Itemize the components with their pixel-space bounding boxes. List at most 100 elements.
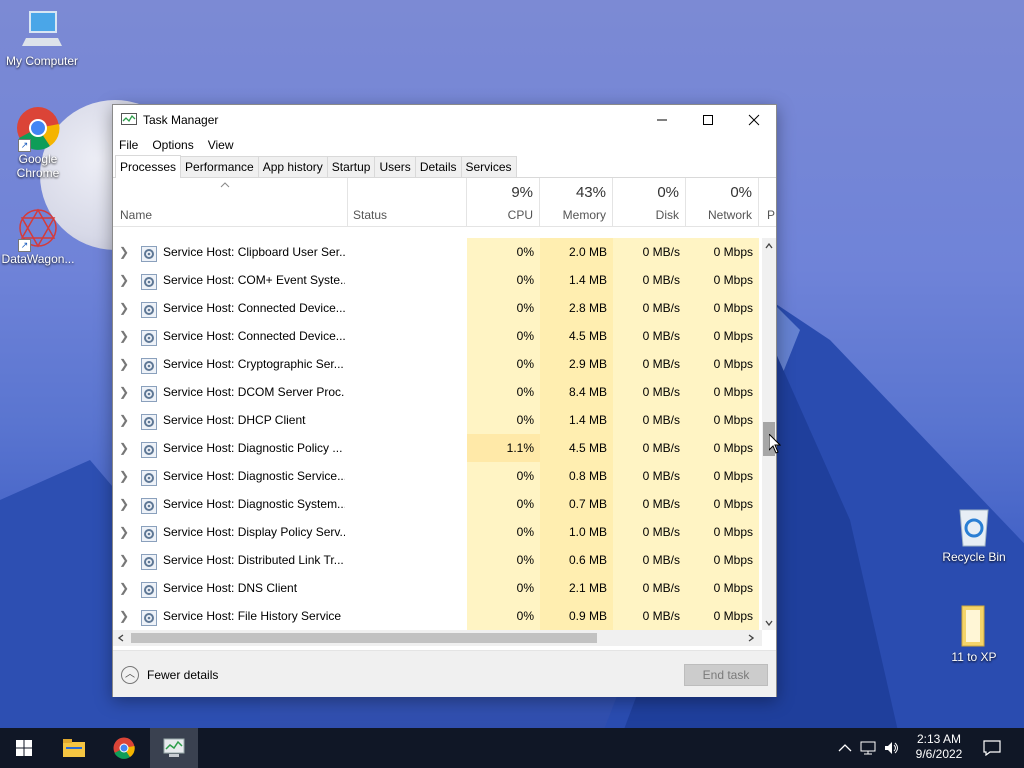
table-row[interactable]: ❯ Service Host: Diagnostic System... 0% 0.7…	[113, 490, 762, 518]
scroll-left-icon[interactable]	[118, 634, 124, 642]
horizontal-scroll-thumb[interactable]	[131, 633, 597, 643]
desktop-icon-datawagon[interactable]: ↗ DataWagon...	[0, 206, 80, 266]
expand-chevron-icon[interactable]: ❯	[119, 294, 131, 322]
table-row[interactable]: ❯ Service Host: Display Policy Serv... 0% 1…	[113, 518, 762, 546]
expand-chevron-icon[interactable]: ❯	[119, 350, 131, 378]
table-row[interactable]: ❯ Service Host: Connected Device... 0% 2.8 …	[113, 294, 762, 322]
memory-value: 1.4 MB	[540, 266, 613, 294]
expand-chevron-icon[interactable]: ❯	[119, 266, 131, 294]
disk-value: 0 MB/s	[613, 350, 686, 378]
expand-chevron-icon[interactable]: ❯	[119, 490, 131, 518]
header-disk[interactable]: 0% Disk	[612, 178, 686, 226]
table-row[interactable]: ❯ Service Host: DNS Client 0% 2.1 MB 0 MB/s 0…	[113, 574, 762, 602]
table-row[interactable]: ❯ Service Host: Connected Device... 0% 4.5 …	[113, 322, 762, 350]
disk-value: 0 MB/s	[613, 378, 686, 406]
action-center-button[interactable]	[968, 728, 1016, 768]
cpu-value: 0%	[467, 490, 540, 518]
chevron-up-icon[interactable]	[838, 743, 852, 753]
tab-processes[interactable]: Processes	[115, 155, 182, 178]
header-status[interactable]: Status	[347, 178, 467, 226]
cpu-value: 1.1%	[467, 434, 540, 462]
expand-chevron-icon[interactable]: ❯	[119, 602, 131, 630]
header-memory[interactable]: 43% Memory	[539, 178, 613, 226]
tab-services[interactable]: Services	[460, 156, 517, 177]
expand-chevron-icon[interactable]: ❯	[119, 238, 131, 266]
table-row[interactable]: ❯ Service Host: Distributed Link Tr... 0% 0…	[113, 546, 762, 574]
start-button[interactable]	[0, 728, 48, 768]
clock[interactable]: 2:13 AM 9/6/2022	[904, 732, 974, 762]
folder-icon	[63, 739, 85, 757]
tab-performance[interactable]: Performance	[180, 156, 259, 177]
expand-chevron-icon[interactable]: ❯	[119, 378, 131, 406]
table-row[interactable]: ❯ Service Host: DHCP Client 0% 1.4 MB 0 MB/s…	[113, 406, 762, 434]
cpu-value: 0%	[467, 238, 540, 266]
tab-app-history[interactable]: App history	[257, 156, 328, 177]
end-task-button[interactable]: End task	[684, 664, 768, 686]
volume-icon[interactable]	[884, 741, 900, 755]
table-row[interactable]: ❯ Service Host: Cryptographic Ser... 0% 2.9…	[113, 350, 762, 378]
horizontal-scrollbar[interactable]	[113, 630, 762, 646]
header-network[interactable]: 0% Network	[685, 178, 759, 226]
menu-options[interactable]: Options	[152, 138, 193, 152]
table-row[interactable]: ❯ Service Host: DCOM Server Proc... 0% 8.4 …	[113, 378, 762, 406]
scroll-up-icon[interactable]	[765, 243, 773, 249]
expand-chevron-icon[interactable]: ❯	[119, 574, 131, 602]
scroll-right-icon[interactable]	[748, 634, 754, 642]
clock-date: 9/6/2022	[915, 747, 963, 761]
table-row[interactable]: ❯ Service Host: File History Service 0% 0.9…	[113, 602, 762, 630]
taskbar-file-explorer[interactable]	[50, 728, 98, 768]
expand-chevron-icon[interactable]: ❯	[119, 434, 131, 462]
header-name[interactable]: Name	[113, 178, 348, 226]
desktop-icon-label: Google Chrome	[16, 152, 60, 180]
table-row[interactable]: ❯ Service Host: Diagnostic Policy ... 1.1%…	[113, 434, 762, 462]
network-value: 0 Mbps	[686, 294, 759, 322]
cpu-value: 0%	[467, 350, 540, 378]
menu-file[interactable]: File	[119, 138, 138, 152]
tab-users[interactable]: Users	[374, 156, 416, 177]
service-gear-icon	[141, 384, 157, 402]
tab-startup[interactable]: Startup	[326, 156, 376, 177]
network-icon[interactable]	[860, 741, 876, 755]
service-gear-icon	[141, 356, 157, 374]
disk-value: 0 MB/s	[613, 294, 686, 322]
expand-chevron-icon[interactable]: ❯	[119, 546, 131, 574]
expand-chevron-icon[interactable]: ❯	[119, 518, 131, 546]
process-name: Service Host: Cryptographic Ser...	[163, 357, 344, 371]
scroll-down-icon[interactable]	[765, 620, 773, 626]
table-row[interactable]: ❯ Service Host: Clipboard User Ser... 0% 2.…	[113, 238, 762, 266]
desktop-icon-folder-11-to-xp[interactable]: 11 to XP	[932, 604, 1016, 664]
windows-logo-icon	[16, 740, 32, 756]
clock-time: 2:13 AM	[916, 732, 962, 746]
service-gear-icon	[141, 272, 157, 290]
maximize-button[interactable]	[685, 105, 731, 135]
minimize-button[interactable]	[639, 105, 685, 135]
datawagon-icon: ↗	[16, 206, 60, 252]
expand-chevron-icon[interactable]: ❯	[119, 462, 131, 490]
table-row[interactable]: ❯ Service Host: COM+ Event Syste... 0% 1.4 …	[113, 266, 762, 294]
expand-chevron-icon[interactable]: ❯	[119, 406, 131, 434]
desktop-icon-my-computer[interactable]: My Computer	[0, 8, 84, 68]
header-power[interactable]: P	[758, 178, 776, 226]
memory-value: 1.0 MB	[540, 518, 613, 546]
desktop-icon-recycle-bin[interactable]: Recycle Bin	[932, 504, 1016, 564]
network-value: 0 Mbps	[686, 378, 759, 406]
desktop-icon-label: Recycle Bin	[942, 550, 1006, 564]
taskbar-chrome[interactable]	[100, 728, 148, 768]
expand-chevron-icon[interactable]: ❯	[119, 322, 131, 350]
memory-value: 0.7 MB	[540, 490, 613, 518]
close-button[interactable]	[731, 105, 777, 135]
desktop-icon-label: 11 to XP	[951, 650, 997, 664]
table-row[interactable]: ❯ Service Host: Diagnostic Service... 0% 0.…	[113, 462, 762, 490]
desktop-icon-google-chrome[interactable]: ↗ Google Chrome	[0, 106, 80, 180]
title-bar[interactable]: Task Manager	[113, 105, 776, 135]
tab-details[interactable]: Details	[414, 156, 462, 177]
network-value: 0 Mbps	[686, 238, 759, 266]
taskbar-task-manager[interactable]	[150, 728, 198, 768]
menu-view[interactable]: View	[208, 138, 234, 152]
header-cpu[interactable]: 9% CPU	[466, 178, 540, 226]
column-header: Name Status 9% CPU 43% Memory 0% Disk 0%…	[113, 178, 776, 227]
fewer-details-button[interactable]: ︿ Fewer details	[121, 666, 218, 684]
memory-value: 0.8 MB	[540, 462, 613, 490]
memory-value: 1.4 MB	[540, 406, 613, 434]
sort-ascending-icon	[220, 182, 230, 188]
